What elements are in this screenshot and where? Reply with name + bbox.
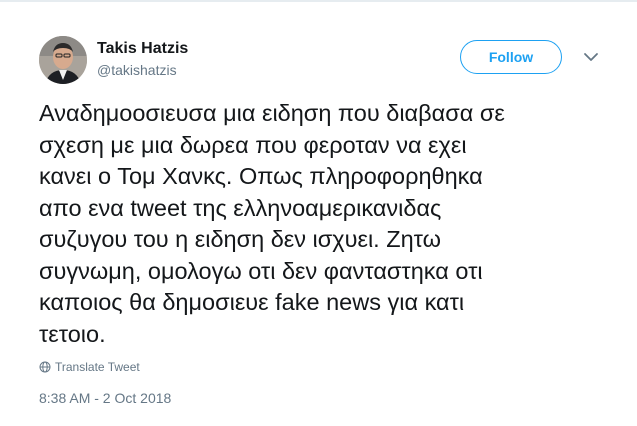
tweet-timestamp[interactable]: 8:38 AM - 2 Oct 2018 bbox=[39, 390, 171, 406]
follow-button[interactable]: Follow bbox=[460, 40, 562, 74]
translate-tweet-link[interactable]: Translate Tweet bbox=[39, 360, 140, 374]
display-name[interactable]: Takis Hatzis bbox=[97, 40, 188, 58]
translate-label: Translate Tweet bbox=[55, 360, 140, 374]
tweet-text: Αναδημοοσιευσα μια ειδηση που διαβασα σε… bbox=[39, 100, 505, 347]
top-divider bbox=[0, 0, 637, 2]
user-handle[interactable]: @takishatzis bbox=[97, 62, 177, 78]
globe-icon bbox=[39, 361, 51, 373]
chevron-down-icon[interactable] bbox=[582, 50, 600, 62]
avatar[interactable] bbox=[39, 36, 87, 84]
